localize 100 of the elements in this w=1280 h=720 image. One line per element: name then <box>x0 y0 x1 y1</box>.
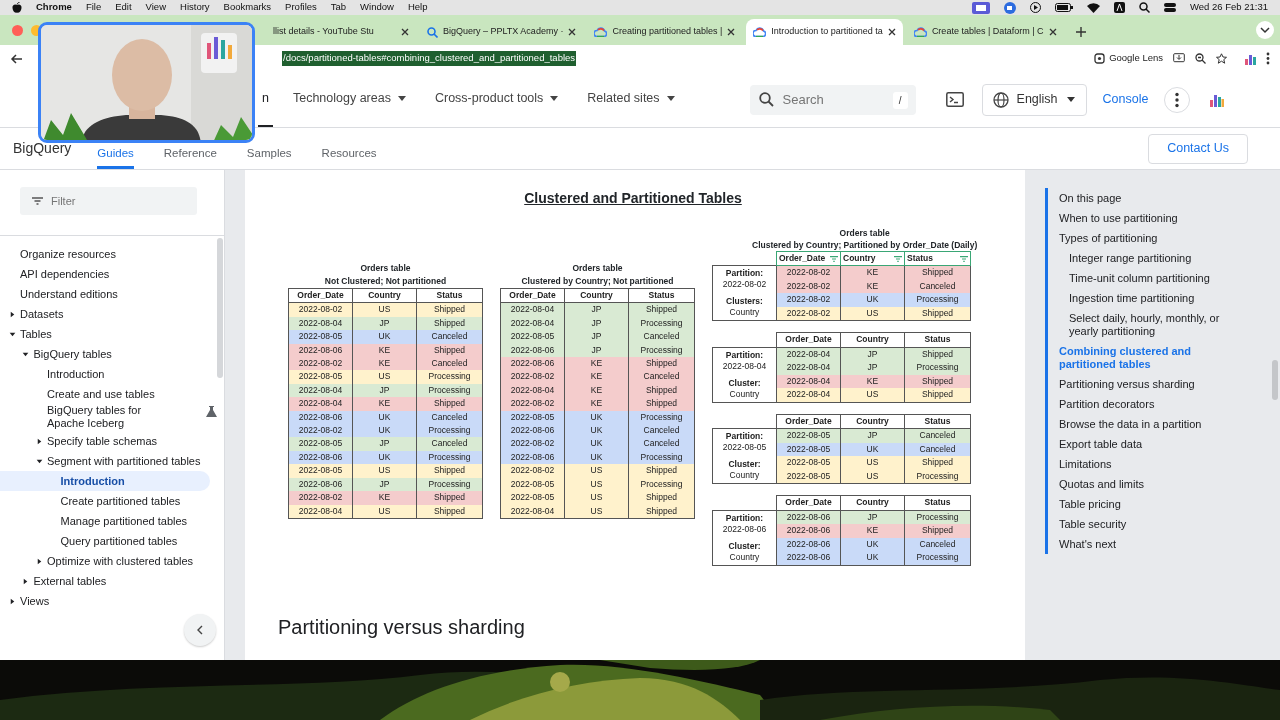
column-header: Order_Date <box>288 288 353 303</box>
browser-tab[interactable]: Create tables | Dataform | C <box>906 19 1064 45</box>
language-button[interactable]: English <box>981 83 1087 116</box>
toc-link[interactable]: Select daily, hourly, monthly, or yearly partitioning <box>1059 308 1234 341</box>
column-header: Country <box>856 333 889 347</box>
menu-item[interactable]: File <box>85 0 102 15</box>
cluster-label: Clusters: <box>725 296 764 308</box>
nav-item[interactable]: Introduction <box>0 471 210 491</box>
table-cell: Canceled <box>416 330 483 344</box>
nav-item[interactable]: External tables <box>0 571 210 591</box>
contact-button[interactable]: Contact Us <box>1148 133 1248 164</box>
table-cell: Canceled <box>628 330 695 344</box>
table-cell: KE <box>352 397 417 411</box>
toc-link[interactable]: Partition decorators <box>1059 394 1224 414</box>
toc-link[interactable]: Combining clustered and partitioned tables <box>1059 341 1224 374</box>
nav-link[interactable]: Technology areas <box>288 72 411 127</box>
nav-item[interactable]: Organize resources <box>0 244 210 264</box>
console-link[interactable]: Console <box>1102 90 1149 109</box>
table-cell: 2022-08-05 <box>288 464 353 478</box>
column-header: Order_Date <box>785 333 832 347</box>
menu-item[interactable]: View <box>145 0 166 15</box>
column-header: Status <box>907 252 933 265</box>
cluster-value: Country <box>728 551 761 563</box>
toc-link[interactable]: Table security <box>1059 514 1224 534</box>
menu-item[interactable]: Edit <box>115 0 132 15</box>
partition-value: 2022-08-06 <box>721 523 768 535</box>
nav-item[interactable]: BigQuery tables for Apache Iceberg <box>0 404 150 431</box>
app-menu[interactable]: Chrome <box>36 0 72 15</box>
table-cell: KE <box>352 491 417 505</box>
browser-tab[interactable]: llist details - YouTube Stu <box>266 19 416 45</box>
nav-item[interactable]: Specify table schemas <box>0 431 210 451</box>
toc-link[interactable]: Partitioning versus sharding <box>1059 374 1224 394</box>
nav-link[interactable]: n <box>258 72 273 127</box>
table-cell: KE <box>840 524 905 538</box>
menu-item[interactable]: Profiles <box>285 0 317 15</box>
column-header: Order_Date <box>500 288 565 303</box>
browser-tab[interactable]: BigQuery – PPLTX Academy · <box>420 19 584 45</box>
column-header: Country <box>856 414 889 428</box>
table-cell: UK <box>840 293 905 307</box>
browser-tab[interactable]: Introduction to partitioned ta <box>746 19 903 45</box>
nav-item[interactable]: BigQuery tables <box>0 344 210 364</box>
nav-item[interactable]: Optimize with clustered tables <box>0 551 210 571</box>
toc-link[interactable]: Limitations <box>1059 454 1224 474</box>
nav-item[interactable]: Create partitioned tables <box>0 491 210 511</box>
toc-link[interactable]: Export table data <box>1059 434 1224 454</box>
table-cell: JP <box>352 437 417 451</box>
table-cell: 2022-08-04 <box>288 397 353 411</box>
toc-link[interactable]: What's next <box>1059 534 1224 554</box>
nav-item[interactable]: Introduction <box>0 364 210 384</box>
column-header: Order_Date <box>785 496 832 510</box>
table-cell: US <box>352 464 417 478</box>
toc-link[interactable]: Quotas and limits <box>1059 474 1224 494</box>
nav-item[interactable]: Create and use tables <box>0 384 210 404</box>
table-caption: Orders table <box>838 227 891 240</box>
column-header: Country <box>856 496 889 510</box>
nav-item[interactable]: Datasets <box>0 304 210 324</box>
menu-item[interactable]: Window <box>360 0 394 15</box>
toc-link[interactable]: Ingestion time partitioning <box>1059 288 1234 308</box>
toc-link[interactable]: When to use partitioning <box>1059 208 1224 228</box>
nav-tab[interactable]: Resources <box>321 144 377 169</box>
browser-tab[interactable]: Creating partitioned tables | <box>587 19 743 45</box>
column-header: Status <box>416 288 483 303</box>
column-header: Status <box>924 414 951 428</box>
table-cell: 2022-08-06 <box>776 524 841 538</box>
toc-link[interactable]: Time-unit column partitioning <box>1059 268 1234 288</box>
column-header: Order_Date <box>779 252 826 265</box>
nav-item[interactable]: Manage partitioned tables <box>0 511 210 531</box>
table-cell: Shipped <box>904 388 971 403</box>
lens-button[interactable]: Google Lens <box>1094 51 1163 66</box>
menu-item[interactable]: Tab <box>330 0 347 15</box>
table-caption: Orders table <box>571 262 624 275</box>
toc-link[interactable]: Integer range partitioning <box>1059 248 1234 268</box>
toc-link[interactable]: Table pricing <box>1059 494 1224 514</box>
partition-label: Partition: <box>724 349 765 361</box>
diagram-title: Clustered and Partitioned Tables <box>523 189 743 208</box>
table-cell: 2022-08-05 <box>288 330 353 344</box>
menu-item[interactable]: History <box>180 0 210 15</box>
menu-item[interactable]: Bookmarks <box>223 0 272 15</box>
table-cell: Shipped <box>416 491 483 505</box>
nav-item[interactable]: Understand editions <box>0 284 210 304</box>
table-cell: Shipped <box>628 397 695 411</box>
table-cell: 2022-08-02 <box>500 370 565 384</box>
nav-item[interactable]: Query partitioned tables <box>0 531 210 551</box>
table-cell: US <box>352 370 417 384</box>
nav-item[interactable]: API dependencies <box>0 264 210 284</box>
toc-link[interactable]: Browse the data in a partition <box>1059 414 1224 434</box>
nav-tab[interactable]: Samples <box>246 144 292 169</box>
partition-label: Partition: <box>724 268 765 280</box>
menu-item[interactable]: Help <box>407 0 428 15</box>
toc-link[interactable]: Types of partitioning <box>1059 228 1224 248</box>
filter-field[interactable]: Filter <box>20 187 197 215</box>
table-cell: 2022-08-02 <box>288 424 353 438</box>
nav-item[interactable]: Views <box>0 591 210 611</box>
nav-link[interactable]: Cross-product tools <box>430 72 564 127</box>
nav-link[interactable]: Related sites <box>583 72 680 127</box>
nav-item[interactable]: Segment with partitioned tables <box>0 451 210 471</box>
nav-item[interactable]: Tables <box>0 324 210 344</box>
table-caption: Not Clustered; Not partitioned <box>323 275 448 288</box>
nav-tab[interactable]: Reference <box>163 144 217 169</box>
table-cell: Shipped <box>628 357 695 371</box>
